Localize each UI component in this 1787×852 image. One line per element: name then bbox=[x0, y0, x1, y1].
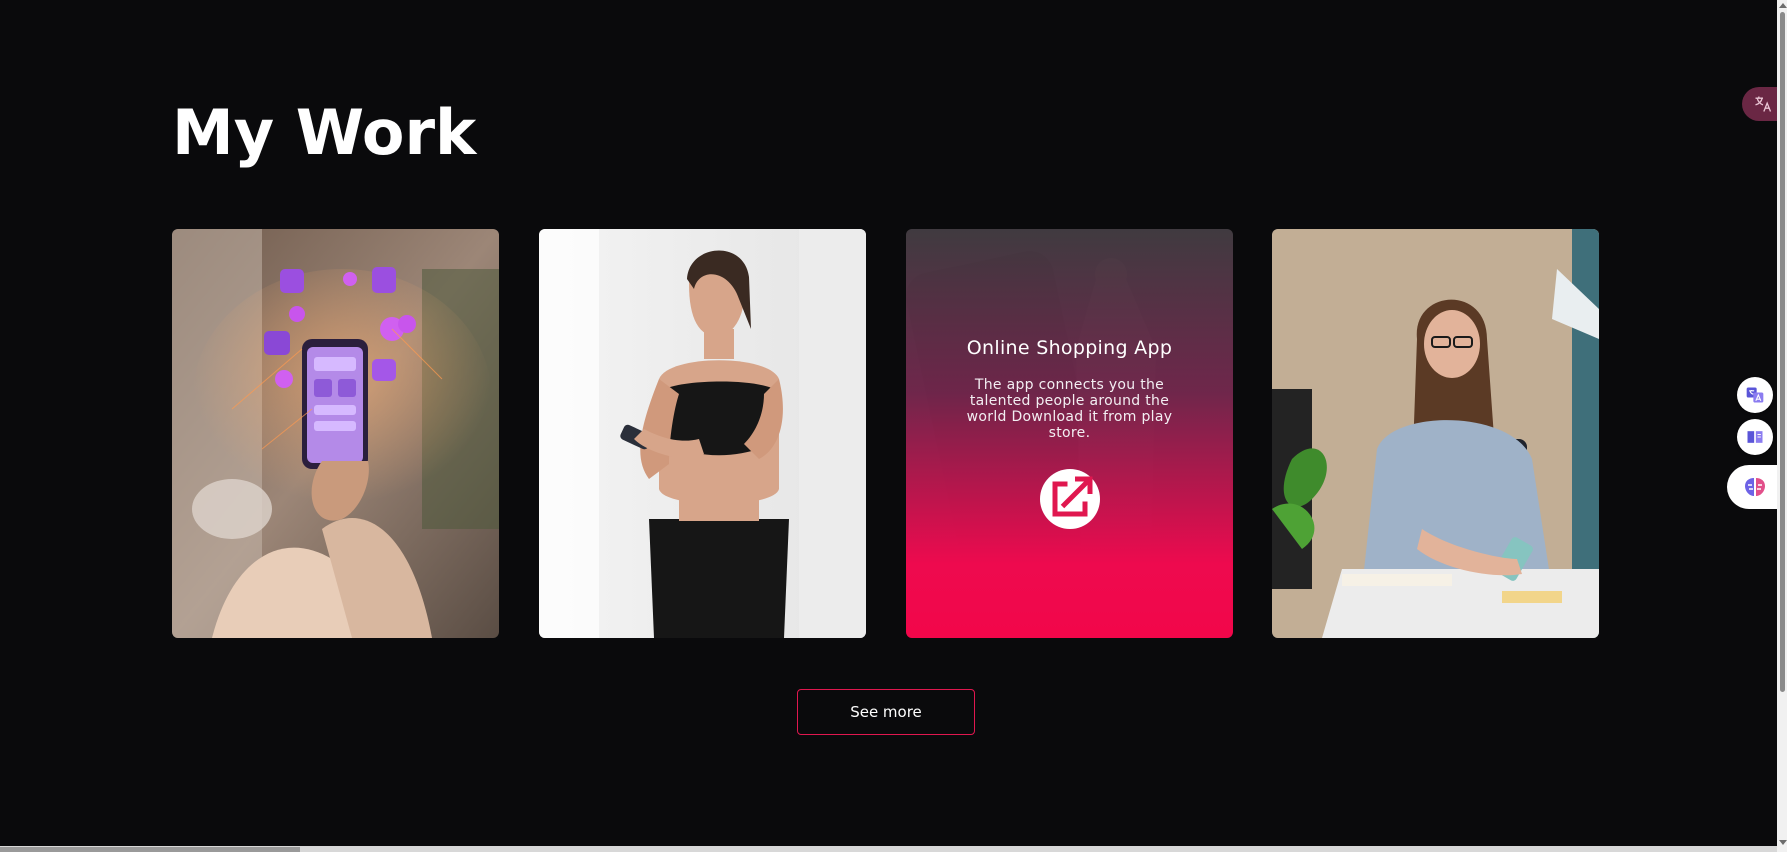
work-card-3[interactable]: Online Shopping App The app connects you… bbox=[906, 229, 1233, 638]
external-link-icon bbox=[1052, 476, 1092, 517]
vertical-scroll-thumb[interactable] bbox=[1780, 12, 1785, 692]
translate-icon bbox=[1755, 96, 1772, 112]
side-ai-button[interactable] bbox=[1727, 465, 1783, 509]
woman-fitness-phone-photo bbox=[539, 229, 866, 638]
woman-office-phone-photo bbox=[1272, 229, 1599, 638]
card-overlay: Online Shopping App The app connects you… bbox=[906, 229, 1233, 638]
side-reader-button[interactable] bbox=[1737, 419, 1773, 455]
translate-icon bbox=[1746, 387, 1764, 403]
horizontal-scroll-thumb[interactable] bbox=[0, 847, 300, 852]
scroll-down-arrow-icon[interactable] bbox=[1779, 840, 1787, 845]
reader-icon bbox=[1747, 431, 1763, 443]
portfolio-page: My Work Online Shopping App The app conn… bbox=[0, 0, 1787, 852]
brain-icon bbox=[1745, 478, 1765, 496]
section-title: My Work bbox=[172, 96, 477, 169]
phone-social-media-photo bbox=[172, 229, 499, 638]
work-card-1[interactable] bbox=[172, 229, 499, 638]
work-card-2[interactable] bbox=[539, 229, 866, 638]
scroll-up-arrow-icon[interactable] bbox=[1779, 3, 1787, 8]
card-title: Online Shopping App bbox=[966, 337, 1173, 359]
card-description: The app connects you the talented people… bbox=[966, 377, 1173, 441]
see-more-button[interactable]: See more bbox=[797, 689, 975, 735]
work-card-4[interactable] bbox=[1272, 229, 1599, 638]
open-project-button[interactable] bbox=[1039, 469, 1100, 529]
side-translate-button[interactable] bbox=[1737, 377, 1773, 413]
